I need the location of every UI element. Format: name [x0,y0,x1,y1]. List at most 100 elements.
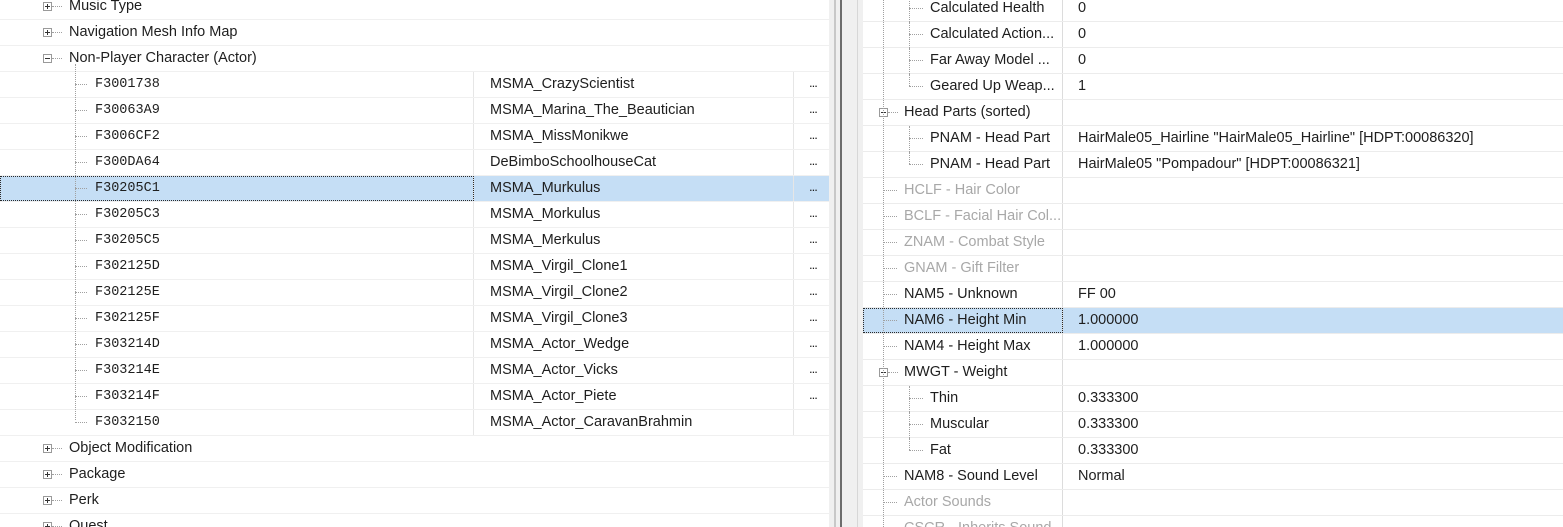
more-button[interactable]: ... [794,228,829,253]
property-value-cell[interactable] [1063,204,1563,229]
form-id-cell[interactable]: F30205C5 [0,228,474,253]
property-row[interactable]: Thin 0.333300 [863,386,1563,412]
property-name-cell[interactable]: Actor Sounds [863,490,1063,515]
npc-record-row[interactable]: F302125E MSMA_Virgil_Clone2... [0,280,829,306]
more-button[interactable]: ... [794,254,829,279]
collapse-minus-icon[interactable] [43,54,52,63]
form-id-cell[interactable]: F303214D [0,332,474,357]
more-button[interactable]: ... [794,72,829,97]
property-name-cell[interactable]: NAM6 - Height Min [863,308,1063,333]
property-name-cell[interactable]: MWGT - Weight [863,360,1063,385]
more-button[interactable]: ... [794,306,829,331]
property-value-cell[interactable]: 1 [1063,74,1563,99]
property-row[interactable]: PNAM - Head Part HairMale05_Hairline "Hai… [863,126,1563,152]
npc-record-row[interactable]: F30205C3 MSMA_Morkulus... [0,202,829,228]
editor-id-cell[interactable]: MSMA_CrazyScientist [474,72,794,97]
property-value-cell[interactable] [1063,516,1563,527]
editor-id-cell[interactable]: MSMA_Virgil_Clone1 [474,254,794,279]
property-row[interactable]: Far Away Model ... 0 [863,48,1563,74]
property-value-cell[interactable]: 0.333300 [1063,386,1563,411]
property-row[interactable]: GNAM - Gift Filter [863,256,1563,282]
expand-plus-icon[interactable] [43,444,52,453]
more-button[interactable]: ... [794,384,829,409]
property-row[interactable]: NAM5 - Unknown FF 00 [863,282,1563,308]
property-value-cell[interactable]: Normal [1063,464,1563,489]
property-value-cell[interactable] [1063,178,1563,203]
form-id-cell[interactable]: F3006CF2 [0,124,474,149]
editor-id-cell[interactable]: MSMA_Murkulus [474,176,794,201]
property-name-cell[interactable]: Calculated Health [863,0,1063,22]
form-id-cell[interactable]: F30063A9 [0,98,474,123]
editor-id-cell[interactable]: MSMA_MissMonikwe [474,124,794,149]
form-id-cell[interactable]: F303214E [0,358,474,383]
more-button[interactable]: ... [794,202,829,227]
property-value-cell[interactable]: HairMale05_Hairline "HairMale05_Hairline… [1063,126,1563,151]
more-button[interactable]: ... [794,98,829,123]
property-name-cell[interactable]: CSCR - Inherits Sound... [863,516,1064,527]
property-value-cell[interactable] [1063,230,1563,255]
property-row[interactable]: HCLF - Hair Color [863,178,1563,204]
form-id-cell[interactable]: F300DA64 [0,150,474,175]
more-button[interactable]: ... [794,150,829,175]
npc-record-row[interactable]: F302125D MSMA_Virgil_Clone1... [0,254,829,280]
form-id-cell[interactable]: F303214F [0,384,474,409]
tree-group-row[interactable]: Package [0,462,829,488]
editor-id-cell[interactable]: MSMA_Actor_CaravanBrahmin [474,410,794,435]
property-name-cell[interactable]: NAM5 - Unknown [863,282,1063,307]
property-row[interactable]: BCLF - Facial Hair Col... [863,204,1563,230]
property-value-cell[interactable] [1063,490,1563,515]
property-row[interactable]: NAM6 - Height Min 1.000000 [863,308,1563,334]
tree-group-row[interactable]: Quest [0,514,829,527]
npc-record-row[interactable]: F303214D MSMA_Actor_Wedge... [0,332,829,358]
editor-id-cell[interactable]: MSMA_Actor_Wedge [474,332,794,357]
property-value-cell[interactable]: 1.000000 [1063,308,1563,333]
property-row[interactable]: NAM8 - Sound Level Normal [863,464,1563,490]
property-row[interactable]: PNAM - Head Part HairMale05 "Pompadour" [… [863,152,1563,178]
property-row[interactable]: Calculated Action... 0 [863,22,1563,48]
form-id-cell[interactable]: F302125D [0,254,474,279]
more-button[interactable]: ... [794,176,829,201]
property-name-cell[interactable]: Muscular [863,412,1063,438]
npc-record-row[interactable]: F30205C5 MSMA_Merkulus... [0,228,829,254]
npc-record-row[interactable]: F302125F MSMA_Virgil_Clone3... [0,306,829,332]
property-name-cell[interactable]: HCLF - Hair Color [863,178,1063,203]
property-row[interactable]: Muscular 0.333300 [863,412,1563,438]
npc-record-row[interactable]: F303214E MSMA_Actor_Vicks... [0,358,829,384]
expand-plus-icon[interactable] [43,470,52,479]
form-id-cell[interactable]: F30205C1 [0,176,474,201]
more-button[interactable]: ... [794,358,829,383]
property-row[interactable]: MWGT - Weight [863,360,1563,386]
more-button[interactable]: ... [794,124,829,149]
tree-group-row[interactable]: Object Modification [0,436,829,462]
property-name-cell[interactable]: PNAM - Head Part [863,126,1063,152]
editor-id-cell[interactable]: MSMA_Actor_Piete [474,384,794,409]
property-value-cell[interactable]: 0 [1063,22,1563,47]
property-name-cell[interactable]: NAM4 - Height Max [863,334,1063,359]
panel-splitter[interactable] [829,0,863,527]
property-row[interactable]: Actor Sounds [863,490,1563,516]
npc-record-row[interactable]: F30063A9 MSMA_Marina_The_Beautician... [0,98,829,124]
property-row[interactable]: ZNAM - Combat Style [863,230,1563,256]
property-name-cell[interactable]: ZNAM - Combat Style [863,230,1063,255]
property-value-cell[interactable]: 1.000000 [1063,334,1563,359]
property-row[interactable]: CSCR - Inherits Sound... [863,516,1563,527]
npc-record-row[interactable]: F30205C1 MSMA_Murkulus... [0,176,829,202]
property-row[interactable]: Geared Up Weap... 1 [863,74,1563,100]
property-name-cell[interactable]: Far Away Model ... [863,48,1063,74]
editor-id-cell[interactable]: MSMA_Virgil_Clone3 [474,306,794,331]
more-button[interactable] [794,410,829,435]
editor-id-cell[interactable]: DeBimboSchoolhouseCat [474,150,794,175]
form-id-cell[interactable]: F302125F [0,306,474,331]
npc-record-row[interactable]: F300DA64 DeBimboSchoolhouseCat... [0,150,829,176]
property-name-cell[interactable]: PNAM - Head Part [863,152,1063,177]
more-button[interactable]: ... [794,280,829,305]
property-name-cell[interactable]: Calculated Action... [863,22,1063,48]
editor-id-cell[interactable]: MSMA_Actor_Vicks [474,358,794,383]
property-value-cell[interactable]: 0 [1063,0,1563,21]
property-value-cell[interactable] [1063,360,1563,385]
property-name-cell[interactable]: Thin [863,386,1063,412]
editor-id-cell[interactable]: MSMA_Marina_The_Beautician [474,98,794,123]
tree-group-row[interactable]: Non-Player Character (Actor) [0,46,829,72]
editor-id-cell[interactable]: MSMA_Merkulus [474,228,794,253]
record-properties-panel[interactable]: Calculated Health 0 Calculated Action... 0 F… [863,0,1563,527]
